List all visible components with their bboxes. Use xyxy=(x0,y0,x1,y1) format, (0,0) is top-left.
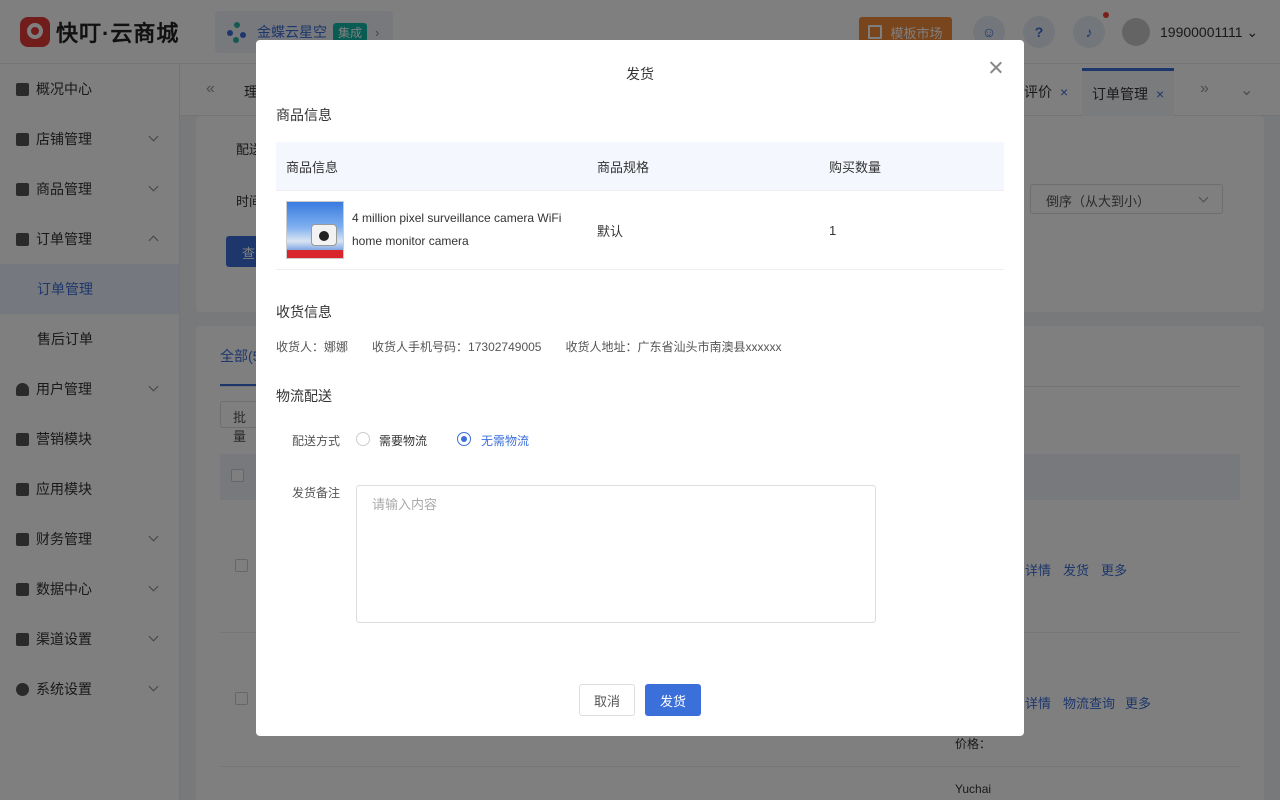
logistics-section-title: 物流配送 xyxy=(276,388,332,404)
address-label: 收货人地址： xyxy=(565,340,638,354)
remark-textarea[interactable] xyxy=(356,485,876,623)
phone-label: 收货人手机号码： xyxy=(372,340,469,354)
receiver-name: 娜娜 xyxy=(324,340,349,354)
goods-section-title: 商品信息 xyxy=(276,107,332,123)
header-spec: 商品规格 xyxy=(597,159,650,175)
close-icon[interactable] xyxy=(988,60,1004,76)
radio-need-logistics[interactable] xyxy=(356,432,370,446)
ship-dialog: 发货 商品信息 商品信息 商品规格 购买数量 4 million pixel s… xyxy=(256,40,1024,736)
receiver-info: 收货人：娜娜 收货人手机号码：17302749005 收货人地址：广东省汕头市南… xyxy=(276,338,806,355)
receiver-phone: 17302749005 xyxy=(468,340,542,354)
radio-no-logistics[interactable] xyxy=(457,432,471,446)
header-qty: 购买数量 xyxy=(829,159,882,175)
no-logistics-label[interactable]: 无需物流 xyxy=(481,432,529,449)
receiver-address: 广东省汕头市南澳县xxxxxx xyxy=(637,340,782,354)
recv-section-title: 收货信息 xyxy=(276,304,332,320)
cancel-button[interactable]: 取消 xyxy=(579,684,635,716)
header-goods-info: 商品信息 xyxy=(286,159,339,175)
dialog-title: 发货 xyxy=(626,66,654,82)
ship-button[interactable]: 发货 xyxy=(645,684,701,716)
product-image xyxy=(286,201,344,259)
goods-cell: 4 million pixel surveillance camera WiFi… xyxy=(276,201,587,259)
delivery-method-label: 配送方式 xyxy=(292,434,341,448)
remark-label: 发货备注 xyxy=(292,486,341,500)
need-logistics-label[interactable]: 需要物流 xyxy=(379,432,427,449)
goods-table-header: 商品信息 商品规格 购买数量 xyxy=(276,142,1004,190)
receiver-label: 收货人： xyxy=(276,340,325,354)
goods-table: 商品信息 商品规格 购买数量 4 million pixel surveilla… xyxy=(276,142,1004,270)
product-spec: 默认 xyxy=(597,223,624,239)
table-row: 4 million pixel surveillance camera WiFi… xyxy=(276,190,1004,270)
product-name: 4 million pixel surveillance camera WiFi… xyxy=(352,211,562,248)
product-qty: 1 xyxy=(829,222,837,238)
